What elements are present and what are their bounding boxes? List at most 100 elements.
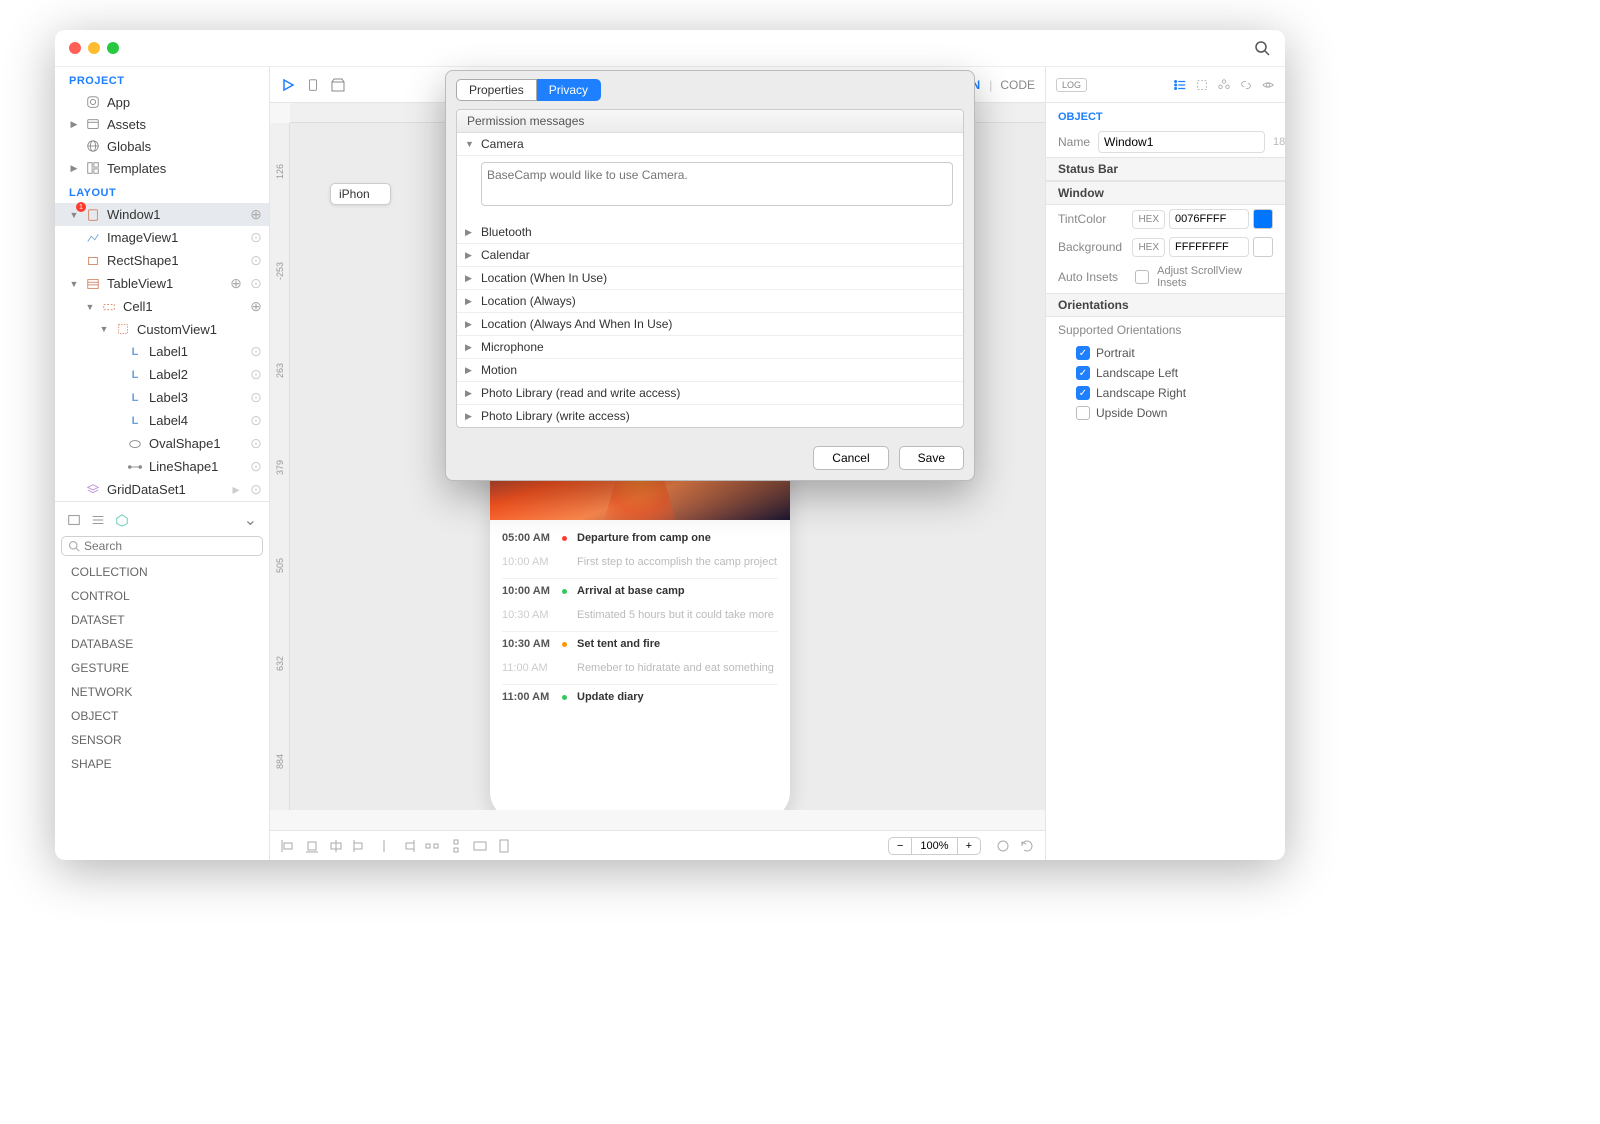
library-category[interactable]: CONTROL [61, 584, 263, 608]
perm-row[interactable]: ▶Photo Library (write access) [457, 405, 963, 427]
project-item-templates[interactable]: ▶ Templates [55, 157, 269, 179]
library-tab2-icon[interactable] [91, 513, 105, 527]
inspector-tab-list-icon[interactable] [1173, 78, 1187, 92]
orientation-option[interactable]: ✓Portrait [1046, 343, 1285, 363]
checkbox[interactable]: ✓ [1076, 366, 1090, 380]
perm-row[interactable]: ▶Location (When In Use) [457, 267, 963, 290]
library-category[interactable]: SHAPE [61, 752, 263, 776]
align-icon[interactable] [352, 838, 368, 854]
chevron-down-icon[interactable]: ⌄ [244, 510, 257, 530]
layout-item-tableview1[interactable]: ▼ TableView1 ⊕ ⊙ [55, 272, 269, 295]
bg-swatch[interactable] [1253, 237, 1273, 257]
name-input[interactable] [1098, 131, 1265, 153]
layout-item-cell1[interactable]: ▼ Cell1 ⊕ [55, 295, 269, 318]
checkbox[interactable]: ✓ [1076, 386, 1090, 400]
align-icon[interactable] [376, 838, 392, 854]
perm-camera[interactable]: ▼ Camera [457, 133, 963, 156]
project-item-app[interactable]: App [55, 91, 269, 113]
device-icon[interactable] [306, 77, 320, 93]
statusbar-section[interactable]: Status Bar [1046, 157, 1285, 181]
checkbox[interactable]: ✓ [1076, 346, 1090, 360]
fit-icon[interactable] [995, 838, 1011, 854]
perm-row[interactable]: ▶Photo Library (read and write access) [457, 382, 963, 405]
window-close-button[interactable] [69, 42, 81, 54]
hex-label[interactable]: HEX [1132, 238, 1165, 257]
code-tab[interactable]: CODE [1000, 78, 1035, 92]
perm-row[interactable]: ▶Calendar [457, 244, 963, 267]
inspector-tab-eye-icon[interactable] [1261, 78, 1275, 92]
archive-icon[interactable] [330, 77, 346, 93]
library-category[interactable]: NETWORK [61, 680, 263, 704]
distribute-icon[interactable] [424, 838, 440, 854]
resize-icon[interactable] [496, 838, 512, 854]
hex-label[interactable]: HEX [1132, 210, 1165, 229]
add-icon[interactable]: ⊕ [229, 275, 243, 292]
layout-item-label2[interactable]: LLabel2⊙ [55, 363, 269, 386]
tint-swatch[interactable] [1253, 209, 1273, 229]
orientation-option[interactable]: Upside Down [1046, 403, 1285, 423]
perm-row[interactable]: ▶Bluetooth [457, 221, 963, 244]
play-icon[interactable]: ▸ [229, 481, 243, 498]
library-tab3-icon[interactable] [115, 513, 129, 527]
tint-input[interactable] [1169, 209, 1249, 229]
layout-item-label4[interactable]: LLabel4⊙ [55, 409, 269, 432]
layout-item-customview1[interactable]: ▼ CustomView1 [55, 318, 269, 340]
library-category[interactable]: COLLECTION [61, 560, 263, 584]
zoom-out-button[interactable]: − [889, 838, 912, 854]
library-search[interactable] [61, 536, 263, 556]
library-category[interactable]: DATABASE [61, 632, 263, 656]
project-item-assets[interactable]: ▶ Assets [55, 113, 269, 135]
save-button[interactable]: Save [899, 446, 964, 470]
layout-item-lineshape1[interactable]: LineShape1⊙ [55, 455, 269, 478]
inspector-tab-flower-icon[interactable] [1217, 78, 1231, 92]
bg-input[interactable] [1169, 237, 1249, 257]
align-icon[interactable] [400, 838, 416, 854]
tab-properties[interactable]: Properties [456, 79, 537, 101]
zoom-in-button[interactable]: + [958, 838, 980, 854]
more-icon[interactable]: ⊙ [249, 252, 263, 269]
layout-item-label3[interactable]: LLabel3⊙ [55, 386, 269, 409]
inspector-tab-geometry-icon[interactable] [1195, 78, 1209, 92]
window-minimize-button[interactable] [88, 42, 100, 54]
layout-item-label1[interactable]: LLabel1⊙ [55, 340, 269, 363]
orientation-option[interactable]: ✓Landscape Left [1046, 363, 1285, 383]
add-icon[interactable]: ⊕ [249, 206, 263, 223]
zoom-control[interactable]: − 100% + [888, 837, 981, 855]
library-category[interactable]: DATASET [61, 608, 263, 632]
tab-privacy[interactable]: Privacy [537, 79, 601, 101]
layout-item-ovalshape1[interactable]: OvalShape1⊙ [55, 432, 269, 455]
search-input[interactable] [84, 539, 256, 553]
window-zoom-button[interactable] [107, 42, 119, 54]
perm-row[interactable]: ▶Microphone [457, 336, 963, 359]
library-tab1-icon[interactable] [67, 513, 81, 527]
layout-item-griddataset1[interactable]: GridDataSet1▸⊙ [55, 478, 269, 501]
autoinsets-checkbox[interactable] [1135, 270, 1149, 284]
log-badge[interactable]: LOG [1056, 78, 1087, 92]
add-icon[interactable]: ⊕ [249, 298, 263, 315]
more-icon[interactable]: ⊙ [249, 229, 263, 246]
more-icon[interactable]: ⊙ [249, 275, 263, 292]
distribute-icon[interactable] [448, 838, 464, 854]
checkbox[interactable] [1076, 406, 1090, 420]
library-category[interactable]: OBJECT [61, 704, 263, 728]
inspector-tab-link-icon[interactable] [1239, 78, 1253, 92]
window-section[interactable]: Window [1046, 181, 1285, 205]
align-icon[interactable] [304, 838, 320, 854]
layout-item-imageview1[interactable]: ImageView1 ⊙ [55, 226, 269, 249]
play-icon[interactable] [280, 77, 296, 93]
perm-row[interactable]: ▶Location (Always And When In Use) [457, 313, 963, 336]
camera-message-input[interactable] [481, 162, 953, 206]
align-icon[interactable] [280, 838, 296, 854]
cancel-button[interactable]: Cancel [813, 446, 888, 470]
orientation-option[interactable]: ✓Landscape Right [1046, 383, 1285, 403]
perm-row[interactable]: ▶Location (Always) [457, 290, 963, 313]
layout-item-rectshape1[interactable]: RectShape1 ⊙ [55, 249, 269, 272]
library-category[interactable]: GESTURE [61, 656, 263, 680]
device-selector[interactable]: iPhon [330, 183, 391, 205]
project-item-globals[interactable]: Globals [55, 135, 269, 157]
search-icon[interactable] [1253, 39, 1271, 57]
perm-row[interactable]: ▶Motion [457, 359, 963, 382]
align-icon[interactable] [328, 838, 344, 854]
library-category[interactable]: SENSOR [61, 728, 263, 752]
rotate-icon[interactable] [1019, 838, 1035, 854]
